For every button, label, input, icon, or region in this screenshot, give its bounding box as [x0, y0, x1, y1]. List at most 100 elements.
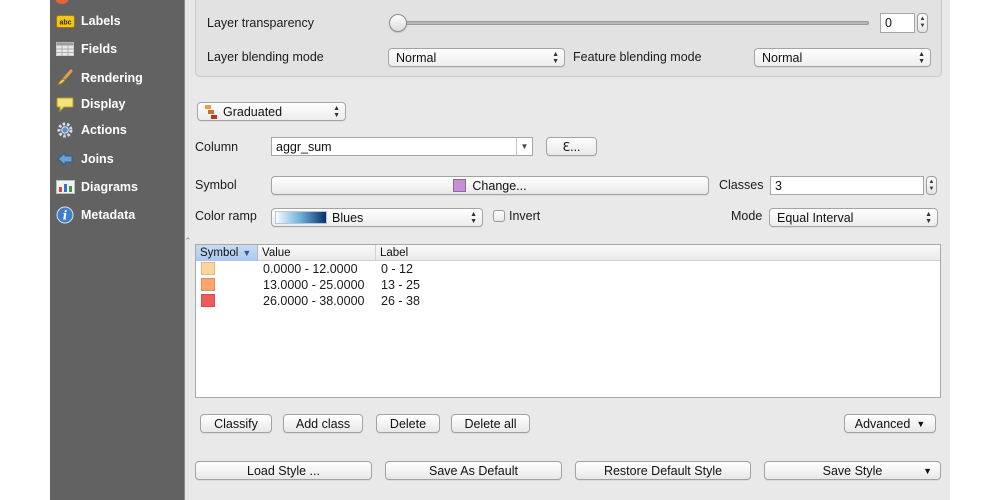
sidebar-item-label: Diagrams	[81, 180, 138, 194]
color-ramp-label: Color ramp	[195, 209, 257, 223]
sidebar-item-actions[interactable]: Actions	[55, 119, 180, 141]
graduated-icon	[205, 104, 219, 119]
expression-button[interactable]: ℇ...	[546, 137, 597, 156]
class-color-swatch[interactable]	[201, 294, 215, 307]
sort-down-icon: ▼	[242, 248, 252, 258]
transparency-stepper[interactable]: ▲ ▼	[917, 13, 928, 33]
layer-blending-value: Normal	[396, 50, 437, 65]
transparency-spinbox[interactable]: 0	[880, 13, 915, 33]
sidebar-item-label: Actions	[81, 123, 127, 137]
load-style-button[interactable]: Load Style ...	[195, 461, 372, 480]
invert-checkbox[interactable]	[493, 210, 505, 222]
classes-label: Classes	[719, 178, 764, 192]
transparency-slider-track[interactable]	[398, 21, 869, 25]
class-label: 13 - 25	[381, 278, 420, 292]
sidebar-item-label: Display	[81, 97, 126, 111]
change-symbol-button[interactable]: Change...	[271, 176, 709, 195]
classify-button[interactable]: Classify	[200, 414, 272, 433]
chevron-down-icon: ▼	[916, 418, 926, 429]
sidebar-item-fields[interactable]: Fields	[55, 38, 180, 60]
chevron-down-icon: ▼	[923, 465, 932, 476]
updown-arrows-icon: ▲ ▼	[925, 211, 932, 225]
class-color-swatch[interactable]	[201, 278, 215, 291]
table-header: Symbol ▼ Value Label	[196, 245, 940, 261]
renderer-type-select[interactable]: Graduated ▲ ▼	[197, 102, 346, 121]
column-header-value[interactable]: Value	[258, 245, 376, 261]
updown-arrows-icon: ▲ ▼	[918, 51, 925, 65]
class-value: 13.0000 - 25.0000	[263, 278, 365, 292]
sidebar-item-labels[interactable]: abc Labels	[55, 10, 180, 32]
table-row[interactable]: 26.0000 - 38.0000 26 - 38	[196, 293, 940, 309]
save-style-button[interactable]: Save Style ▼	[764, 461, 941, 480]
column-header-label[interactable]: Label	[376, 245, 942, 261]
change-symbol-label: Change...	[472, 178, 527, 193]
info-icon: i	[55, 206, 75, 224]
sidebar-item-label: Rendering	[81, 71, 143, 85]
restore-default-style-button[interactable]: Restore Default Style	[575, 461, 751, 480]
splitter-handle[interactable]: ⌃	[184, 236, 192, 246]
column-select[interactable]: aggr_sum ▼	[271, 137, 533, 156]
feature-blending-label: Feature blending mode	[573, 50, 702, 64]
save-as-default-button[interactable]: Save As Default	[385, 461, 562, 480]
gear-actions-icon	[55, 121, 75, 139]
speech-bubble-icon	[55, 95, 75, 113]
delete-button[interactable]: Delete	[376, 414, 440, 433]
class-label: 0 - 12	[381, 262, 413, 276]
feature-blending-select[interactable]: Normal ▲ ▼	[754, 48, 931, 67]
feature-blending-value: Normal	[762, 50, 803, 65]
classes-spinbox[interactable]: 3	[770, 176, 924, 195]
sidebar-item-label: Metadata	[81, 208, 136, 222]
advanced-button[interactable]: Advanced ▼	[844, 414, 936, 433]
class-value: 0.0000 - 12.0000	[263, 262, 358, 276]
chart-diagram-icon	[55, 178, 75, 196]
class-value: 26.0000 - 38.0000	[263, 294, 365, 308]
layer-blending-label: Layer blending mode	[207, 50, 324, 64]
svg-text:i: i	[63, 209, 68, 223]
delete-all-button[interactable]: Delete all	[451, 414, 530, 433]
table-row[interactable]: 13.0000 - 25.0000 13 - 25	[196, 277, 940, 293]
paintbrush-icon	[55, 69, 75, 87]
sidebar-item-joins[interactable]: Joins	[55, 148, 180, 170]
sidebar-item-rendering[interactable]: Rendering	[55, 67, 180, 89]
window-margin-right	[950, 0, 1000, 500]
updown-arrows-icon: ▲ ▼	[470, 211, 477, 225]
sidebar-item-label: Fields	[81, 42, 118, 56]
abc-labels-icon: abc	[55, 12, 75, 30]
down-arrow-icon: ▼	[928, 185, 935, 192]
layer-blending-select[interactable]: Normal ▲ ▼	[388, 48, 565, 67]
mode-value: Equal Interval	[777, 210, 854, 225]
invert-label: Invert	[509, 209, 541, 223]
classes-stepper[interactable]: ▲ ▼	[926, 176, 937, 195]
window-margin-left	[0, 0, 50, 500]
sidebar-item-display[interactable]: Display	[55, 93, 180, 115]
color-ramp-select[interactable]: Blues ▲ ▼	[271, 208, 483, 227]
down-arrow-icon: ▼	[919, 23, 926, 29]
svg-text:abc: abc	[59, 19, 71, 26]
classes-table[interactable]: Symbol ▼ Value Label 0.0000 - 12.0000 0 …	[195, 244, 941, 398]
chevron-down-icon: ▼	[516, 138, 532, 155]
up-arrow-icon: ▲	[928, 178, 935, 185]
column-header-symbol-text: Symbol	[200, 247, 239, 259]
column-value: aggr_sum	[276, 139, 332, 154]
join-arrow-icon	[55, 150, 75, 168]
mode-select[interactable]: Equal Interval ▲ ▼	[769, 208, 938, 227]
updown-arrows-icon: ▲ ▼	[333, 105, 340, 119]
renderer-type-value: Graduated	[223, 104, 283, 119]
symbol-preview	[453, 179, 467, 192]
sidebar-item-diagrams[interactable]: Diagrams	[55, 176, 180, 198]
transparency-slider-handle[interactable]	[389, 14, 407, 32]
add-class-button[interactable]: Add class	[283, 414, 363, 433]
class-color-swatch[interactable]	[201, 262, 215, 275]
color-ramp-preview	[275, 211, 327, 224]
column-label: Column	[195, 140, 239, 154]
table-fields-icon	[55, 40, 75, 58]
table-row[interactable]: 0.0000 - 12.0000 0 - 12	[196, 261, 940, 277]
column-header-symbol[interactable]: Symbol ▼	[196, 245, 258, 261]
layer-transparency-label: Layer transparency	[207, 16, 315, 30]
symbol-label: Symbol	[195, 178, 237, 192]
up-arrow-icon: ▲	[919, 16, 926, 22]
updown-arrows-icon: ▲ ▼	[552, 51, 559, 65]
sidebar-item-metadata[interactable]: i Metadata	[55, 204, 180, 226]
color-ramp-value: Blues	[332, 210, 364, 225]
save-style-label: Save Style	[822, 463, 883, 478]
